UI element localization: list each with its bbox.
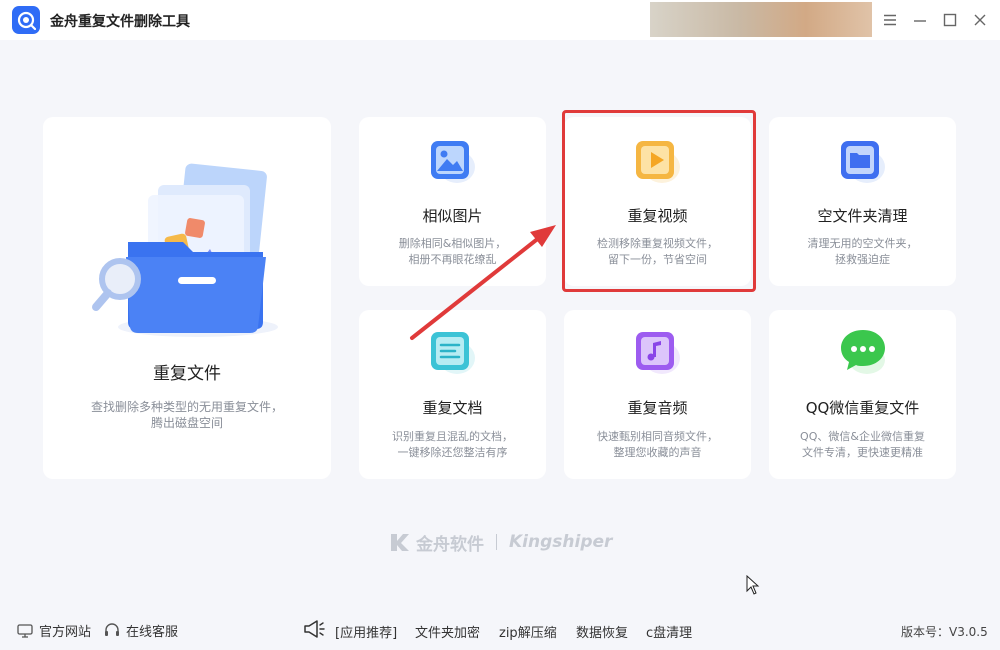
folder-illustration-icon [92, 163, 278, 337]
music-icon [636, 332, 680, 374]
card-desc-line1: 删除相同&相似图片， [398, 237, 507, 250]
menu-icon [884, 14, 896, 26]
card-duplicate-docs[interactable]: 重复文档 识别重复且混乱的文档， 一键移除还您整洁有序 [359, 310, 546, 479]
mouse-cursor-icon [746, 575, 760, 595]
card-title: 空文件夹清理 [817, 207, 908, 225]
title-bar: 金舟重复文件删除工具 [0, 0, 1000, 40]
card-desc-line2: 拯救强迫症 [835, 253, 890, 266]
card-title: 重复音频 [627, 399, 688, 417]
megaphone-icon [304, 620, 325, 638]
ad-banner[interactable] [650, 2, 872, 37]
minimize-button[interactable] [908, 8, 932, 32]
close-icon [974, 14, 986, 26]
brand-watermark: 金舟软件 Kingshiper [388, 529, 612, 555]
card-qq-wechat[interactable]: QQ微信重复文件 QQ、微信&企业微信重复 文件专清，更快速更精准 [769, 310, 956, 479]
document-icon [431, 332, 475, 374]
card-desc-line1: 查找删除多种类型的无用重复文件， [90, 400, 283, 414]
app-logo-icon [12, 6, 40, 34]
brand-cn: 金舟软件 [416, 534, 484, 555]
monitor-icon [17, 623, 33, 638]
close-button[interactable] [968, 8, 992, 32]
card-desc-line2: 整理您收藏的声音 [613, 446, 702, 459]
card-title: 重复文件 [153, 364, 221, 384]
brand-separator [496, 534, 497, 550]
brand-en: Kingshiper [509, 532, 613, 552]
card-desc-line2: 留下一份，节省空间 [608, 253, 707, 266]
headset-icon [105, 623, 119, 636]
card-title: 相似图片 [422, 207, 483, 225]
maximize-icon [943, 13, 957, 27]
card-title: 重复文档 [422, 399, 483, 417]
version-label: 版本号：V3.0.5 [901, 625, 988, 639]
card-desc-line1: 快速甄别相同音频文件， [597, 430, 718, 443]
card-duplicate-files[interactable]: 重复文件 查找删除多种类型的无用重复文件， 腾出磁盘空间 [43, 117, 331, 479]
official-site-label: 官方网站 [39, 625, 92, 640]
card-desc-line1: 识别重复且混乱的文档， [392, 430, 513, 443]
minimize-icon [914, 20, 926, 22]
card-desc-line2: 文件专清，更快速更精准 [802, 446, 923, 459]
card-similar-images[interactable]: 相似图片 删除相同&相似图片， 相册不再眼花缭乱 [359, 117, 546, 286]
kingshiper-logo-icon [391, 534, 409, 551]
data-recovery-link[interactable]: 数据恢复 [576, 622, 628, 641]
card-duplicate-audio[interactable]: 重复音频 快速甄别相同音频文件， 整理您收藏的声音 [564, 310, 751, 479]
folder-icon [841, 141, 885, 183]
card-desc-line1: 清理无用的空文件夹， [807, 237, 918, 250]
card-desc-line2: 一键移除还您整洁有序 [397, 446, 508, 459]
online-service-link[interactable]: 在线客服 [104, 621, 178, 640]
maximize-button[interactable] [938, 8, 962, 32]
video-icon [636, 141, 680, 183]
card-empty-folder[interactable]: 空文件夹清理 清理无用的空文件夹， 拯救强迫症 [769, 117, 956, 286]
zip-link[interactable]: zip解压缩 [499, 622, 557, 641]
app-recommend-label[interactable]: [应用推荐] [335, 622, 397, 641]
card-desc-line2: 腾出磁盘空间 [150, 416, 223, 430]
image-icon [431, 141, 475, 183]
card-duplicate-video[interactable]: 重复视频 检测移除重复视频文件， 留下一份，节省空间 [564, 117, 751, 286]
card-title: 重复视频 [627, 207, 688, 225]
folder-encrypt-link[interactable]: 文件夹加密 [415, 622, 480, 641]
card-desc-line1: 检测移除重复视频文件， [597, 237, 718, 250]
chat-bubble-icon [841, 330, 885, 374]
card-title: QQ微信重复文件 [805, 399, 920, 417]
c-clean-link[interactable]: c盘清理 [646, 622, 692, 641]
card-desc-line1: QQ、微信&企业微信重复 [800, 430, 925, 443]
menu-button[interactable] [878, 8, 902, 32]
official-site-link[interactable]: 官方网站 [17, 621, 91, 640]
window-title: 金舟重复文件删除工具 [50, 14, 190, 30]
online-service-label: 在线客服 [126, 625, 179, 640]
card-desc-line2: 相册不再眼花缭乱 [408, 253, 497, 266]
